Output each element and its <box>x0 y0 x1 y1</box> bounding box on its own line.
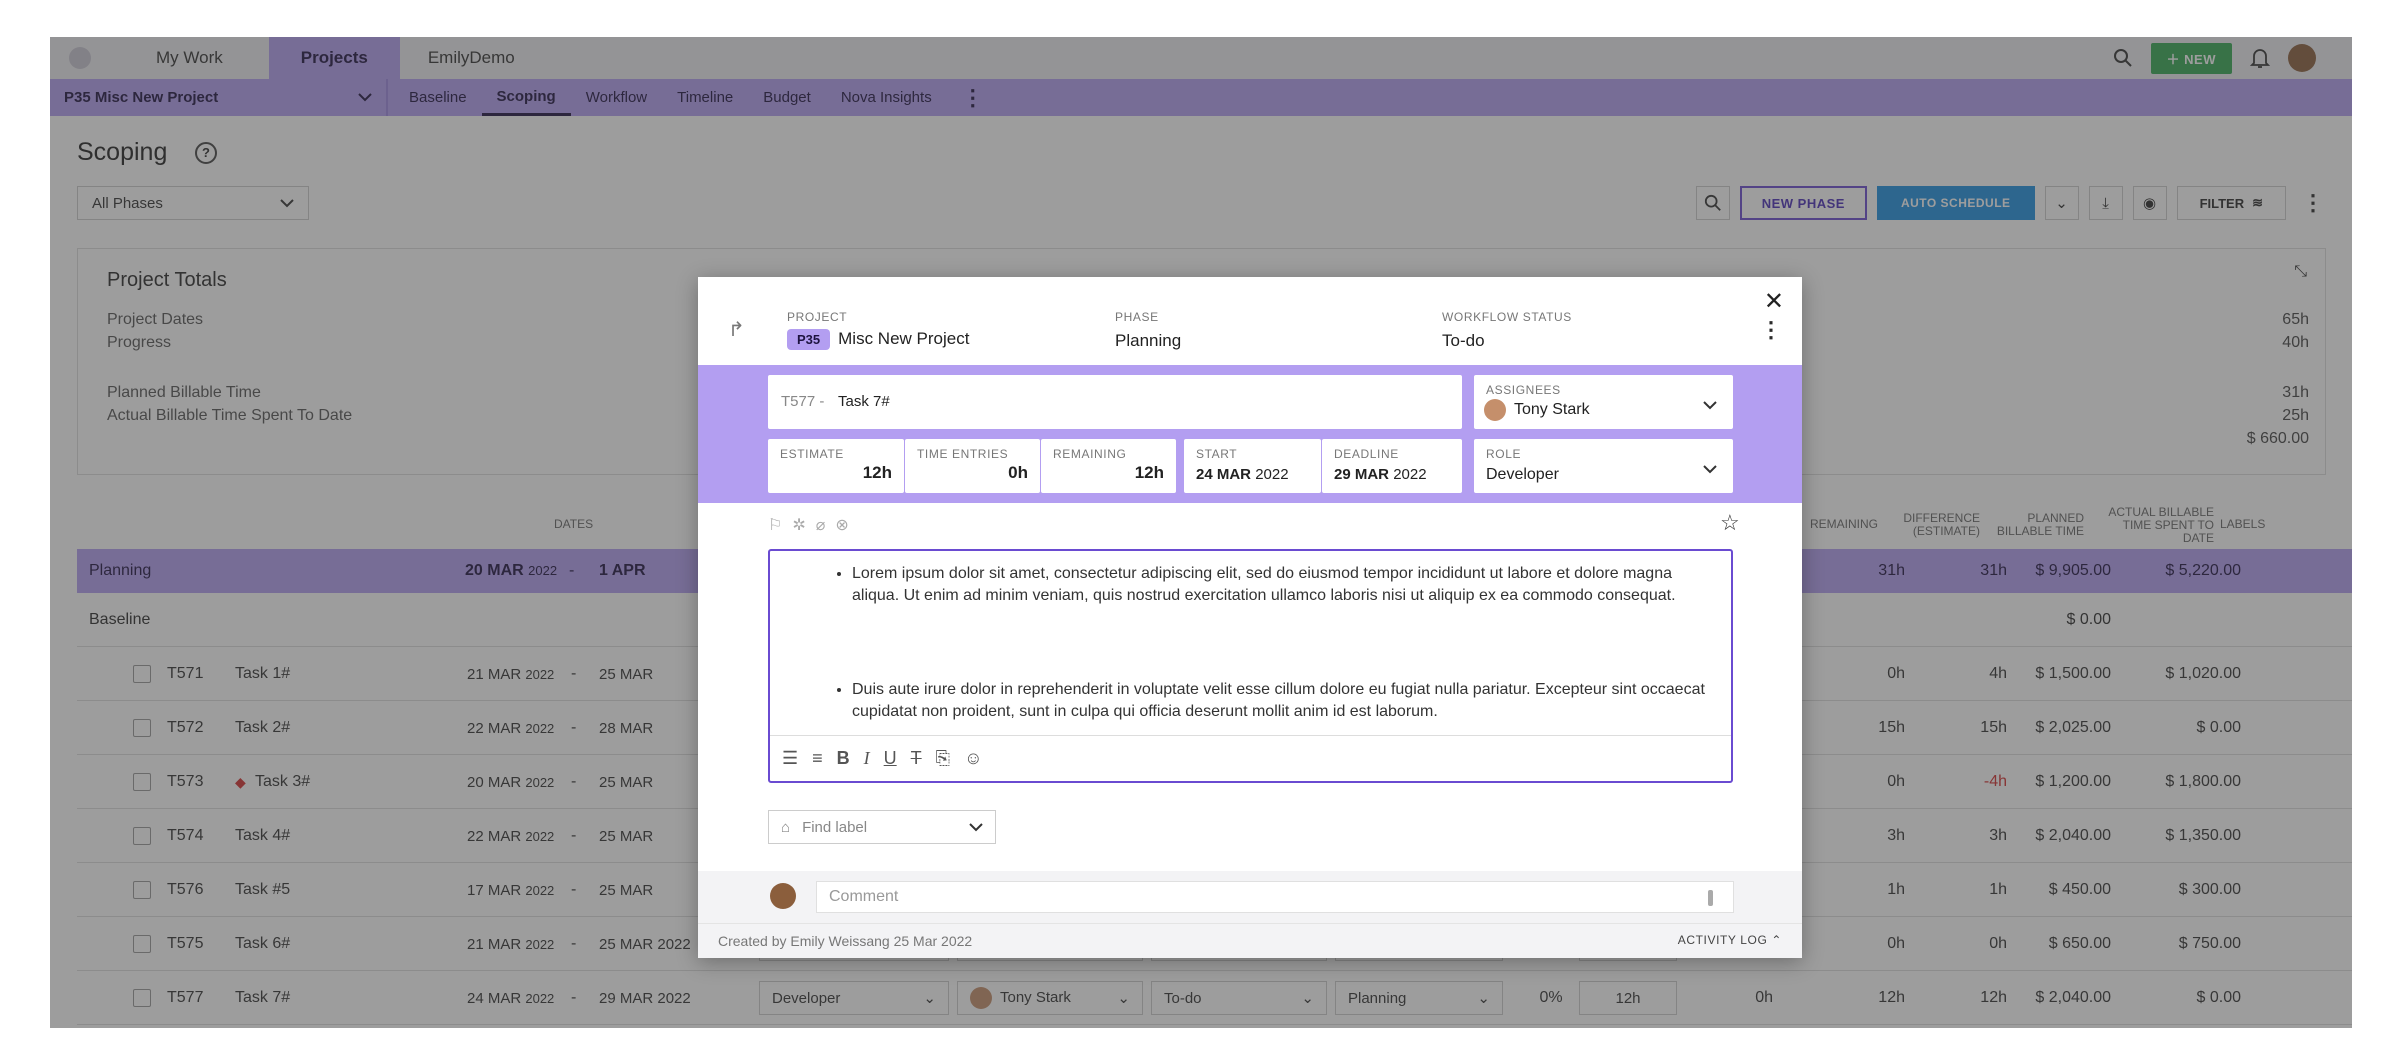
commenter-avatar <box>770 883 796 909</box>
project-badge: P35 <box>787 329 831 350</box>
attachment-icon[interactable]: ⎘ <box>936 748 950 769</box>
status-label: WORKFLOW STATUS <box>1442 310 1572 324</box>
time-entries-label: TIME ENTRIES <box>917 447 1009 461</box>
project-label: PROJECT <box>787 310 848 324</box>
bug-icon[interactable]: ✲ <box>792 515 805 535</box>
deadline-field[interactable]: DEADLINE 29 MAR 2022 <box>1322 439 1462 493</box>
underline-icon[interactable]: U <box>884 748 897 769</box>
start-value: 24 MAR 2022 <box>1196 466 1289 483</box>
project-value[interactable]: P35 Misc New Project <box>787 329 969 350</box>
role-value: Developer <box>1486 466 1559 483</box>
label-select-placeholder: Find label <box>802 818 868 836</box>
deadline-year: 2022 <box>1393 466 1427 483</box>
chevron-down-icon <box>969 819 983 836</box>
close-icon[interactable]: ✕ <box>1764 287 1784 316</box>
time-entries-value: 0h <box>1008 463 1028 482</box>
deadline-value: 29 MAR 2022 <box>1334 466 1427 483</box>
scroll-handle[interactable] <box>1708 890 1713 906</box>
created-by: Created by Emily Weissang 25 Mar 2022 <box>718 933 973 949</box>
comment-placeholder: Comment <box>829 888 899 905</box>
description-bullet-1: Lorem ipsum dolor sit amet, consectetur … <box>830 563 1711 607</box>
remaining-value: 12h <box>1134 463 1164 482</box>
estimate-value: 12h <box>862 463 892 482</box>
strikethrough-icon[interactable]: T <box>911 748 922 769</box>
more-vertical-icon[interactable]: ⋮ <box>1760 317 1782 343</box>
description-editor[interactable]: Lorem ipsum dolor sit amet, consectetur … <box>768 549 1733 783</box>
description-bullet-2: Duis aute irure dolor in reprehenderit i… <box>830 679 1711 723</box>
start-label: START <box>1196 447 1238 461</box>
tag-icon: ⌂ <box>781 818 791 836</box>
bold-icon[interactable]: B <box>837 748 850 769</box>
chevron-down-icon <box>1703 397 1717 415</box>
start-day: 24 MAR <box>1196 466 1252 483</box>
estimate-field[interactable]: ESTIMATE 12h <box>768 439 904 493</box>
task-name-field[interactable]: T577 - Task 7# <box>768 375 1462 429</box>
remaining-label: REMAINING <box>1053 447 1127 461</box>
deadline-day: 29 MAR <box>1334 466 1390 483</box>
cancel-icon[interactable]: ⊗ <box>835 515 848 535</box>
assignees-label: ASSIGNEES <box>1486 383 1561 397</box>
numbered-list-icon[interactable]: ≡ <box>812 748 823 769</box>
assignees-field[interactable]: ASSIGNEES Tony Stark <box>1474 375 1733 429</box>
italic-icon[interactable]: I <box>864 748 870 769</box>
status-value[interactable]: To-do <box>1442 331 1485 351</box>
deadline-label: DEADLINE <box>1334 447 1399 461</box>
task-fields-panel: T577 - Task 7# ASSIGNEES Tony Stark ESTI… <box>698 365 1802 503</box>
star-icon[interactable]: ☆ <box>1720 510 1740 536</box>
comment-input[interactable]: Comment <box>816 881 1734 913</box>
editor-toolbar: ☰ ≡ B I U T ⎘ ☺ <box>770 735 1731 781</box>
task-flag-icons: ⚐ ✲ ⌀ ⊗ <box>768 515 849 535</box>
role-label: ROLE <box>1486 447 1522 461</box>
chevron-down-icon <box>1703 461 1717 479</box>
assignee-name: Tony Stark <box>1514 401 1590 418</box>
phase-value[interactable]: Planning <box>1115 331 1181 351</box>
phase-label: PHASE <box>1115 310 1159 324</box>
estimate-label: ESTIMATE <box>780 447 844 461</box>
no-billing-icon[interactable]: ⌀ <box>816 515 826 535</box>
activity-log-label: ACTIVITY LOG <box>1677 933 1768 947</box>
remaining-field: REMAINING 12h <box>1041 439 1176 493</box>
modal-header: ↱ PROJECT P35 Misc New Project PHASE Plan… <box>698 277 1802 365</box>
role-field[interactable]: ROLE Developer <box>1474 439 1733 493</box>
comment-bar: Comment <box>698 871 1802 923</box>
description-text: Duis aute irure dolor in reprehenderit i… <box>852 679 1711 723</box>
activity-log-toggle[interactable]: ACTIVITY LOG ⌃ <box>1678 933 1782 947</box>
project-name: Misc New Project <box>838 329 970 348</box>
assignee-avatar <box>1484 399 1506 421</box>
modal-footer: Created by Emily Weissang 25 Mar 2022 AC… <box>698 923 1802 958</box>
start-date-field[interactable]: START 24 MAR 2022 <box>1184 439 1321 493</box>
share-arrow-icon[interactable]: ↱ <box>728 317 745 342</box>
description-text: Lorem ipsum dolor sit amet, consectetur … <box>852 563 1711 607</box>
bullet-list-icon[interactable]: ☰ <box>782 748 798 769</box>
task-id: T577 - <box>781 393 825 410</box>
start-year: 2022 <box>1255 466 1289 483</box>
flag-icon[interactable]: ⚐ <box>768 515 782 535</box>
task-name: Task 7# <box>838 393 890 410</box>
time-entries-field[interactable]: TIME ENTRIES 0h <box>905 439 1040 493</box>
chevron-up-icon: ⌃ <box>1771 933 1782 947</box>
emoji-icon[interactable]: ☺ <box>964 748 982 769</box>
task-modal: ↱ PROJECT P35 Misc New Project PHASE Plan… <box>698 277 1802 958</box>
app-window: My Work Projects EmilyDemo ＋ NEW P35 Mis… <box>50 37 2352 1028</box>
label-select[interactable]: ⌂ Find label <box>768 810 996 844</box>
